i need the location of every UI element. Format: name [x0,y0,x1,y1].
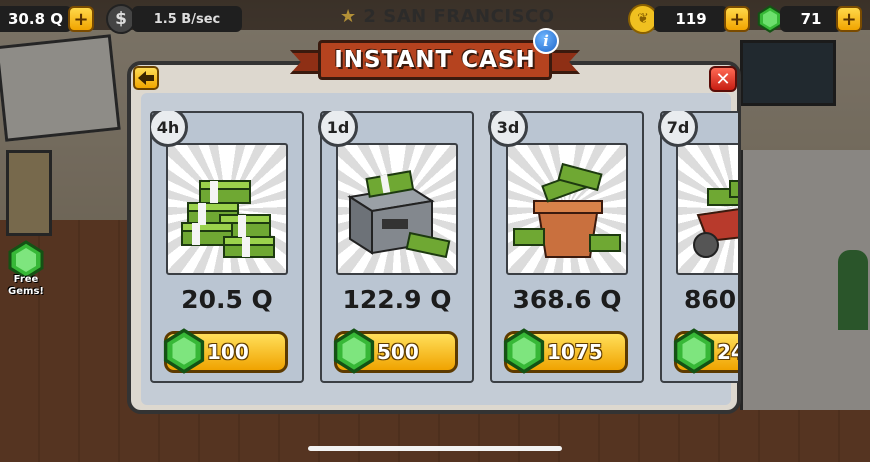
free-gems-label: Free Gems! [8,274,44,297]
offer-card[interactable]: 7d 860. 24 [658,111,738,383]
star-icon: ★ [340,6,357,27]
cash-wheelbarrow-image [676,143,738,275]
arrow-left-icon [138,71,154,85]
buy-button[interactable]: 500 [333,328,458,374]
gem-icon [503,328,545,374]
cash-amount: 368.6 Q [512,285,622,314]
back-button[interactable] [133,66,159,90]
cash-amount: 20.5 Q [181,285,273,314]
city-name: SAN FRANCISCO [383,6,555,27]
buy-button[interactable]: 1075 [503,328,628,374]
cash-value: 30.8 Q [0,6,72,32]
home-indicator[interactable] [308,446,562,451]
gem-icon [163,328,205,374]
gem-icon [333,328,375,374]
gem-price: 1075 [547,340,603,364]
duration-badge: 3d [488,111,528,147]
cash-safe-image [336,143,458,275]
city-title: ★ 2 SAN FRANCISCO [340,6,555,27]
duration-badge: 1d [318,111,358,147]
dialog-title: INSTANT CASH [334,47,536,73]
cash-amount: 860. [684,285,738,314]
city-level: 2 [363,6,377,27]
gem-icon [673,328,715,374]
cash-counter: 30.8 Q + [0,2,94,36]
offer-card[interactable]: 4h 20.5 Q 100 [150,111,304,383]
cash-pot-image [506,143,628,275]
income-value: 1.5 B/sec [132,6,242,32]
offer-carousel[interactable]: 4h 20.5 Q 100 1d 122.9 Q 500 3d 368.6 Q … [150,111,738,383]
add-cash-button[interactable]: + [68,6,94,32]
add-gems-button[interactable]: + [836,6,862,32]
gem-value: 71 [780,6,842,32]
gem-price: 500 [377,340,419,364]
info-button[interactable]: i [533,28,559,54]
duration-badge: 4h [150,111,188,147]
income-counter: $ 1.5 B/sec [106,2,242,36]
add-gold-button[interactable]: + [724,6,750,32]
gem-price: 24 [717,340,738,364]
gold-value: 119 [654,6,728,32]
gem-price: 100 [207,340,249,364]
cash-amount: 122.9 Q [342,285,452,314]
offer-card[interactable]: 1d 122.9 Q 500 [318,111,474,383]
cash-stacks-image [166,143,288,275]
close-button[interactable]: ✕ [709,66,737,92]
offer-card[interactable]: 3d 368.6 Q 1075 [488,111,644,383]
duration-badge: 7d [658,111,698,147]
free-gems-button[interactable]: Free Gems! [4,240,48,300]
gem-counter: 71 + [756,2,862,36]
gold-counter: ❦ 119 + [628,2,750,36]
buy-button[interactable]: 24 [673,328,738,374]
buy-button[interactable]: 100 [163,328,288,374]
